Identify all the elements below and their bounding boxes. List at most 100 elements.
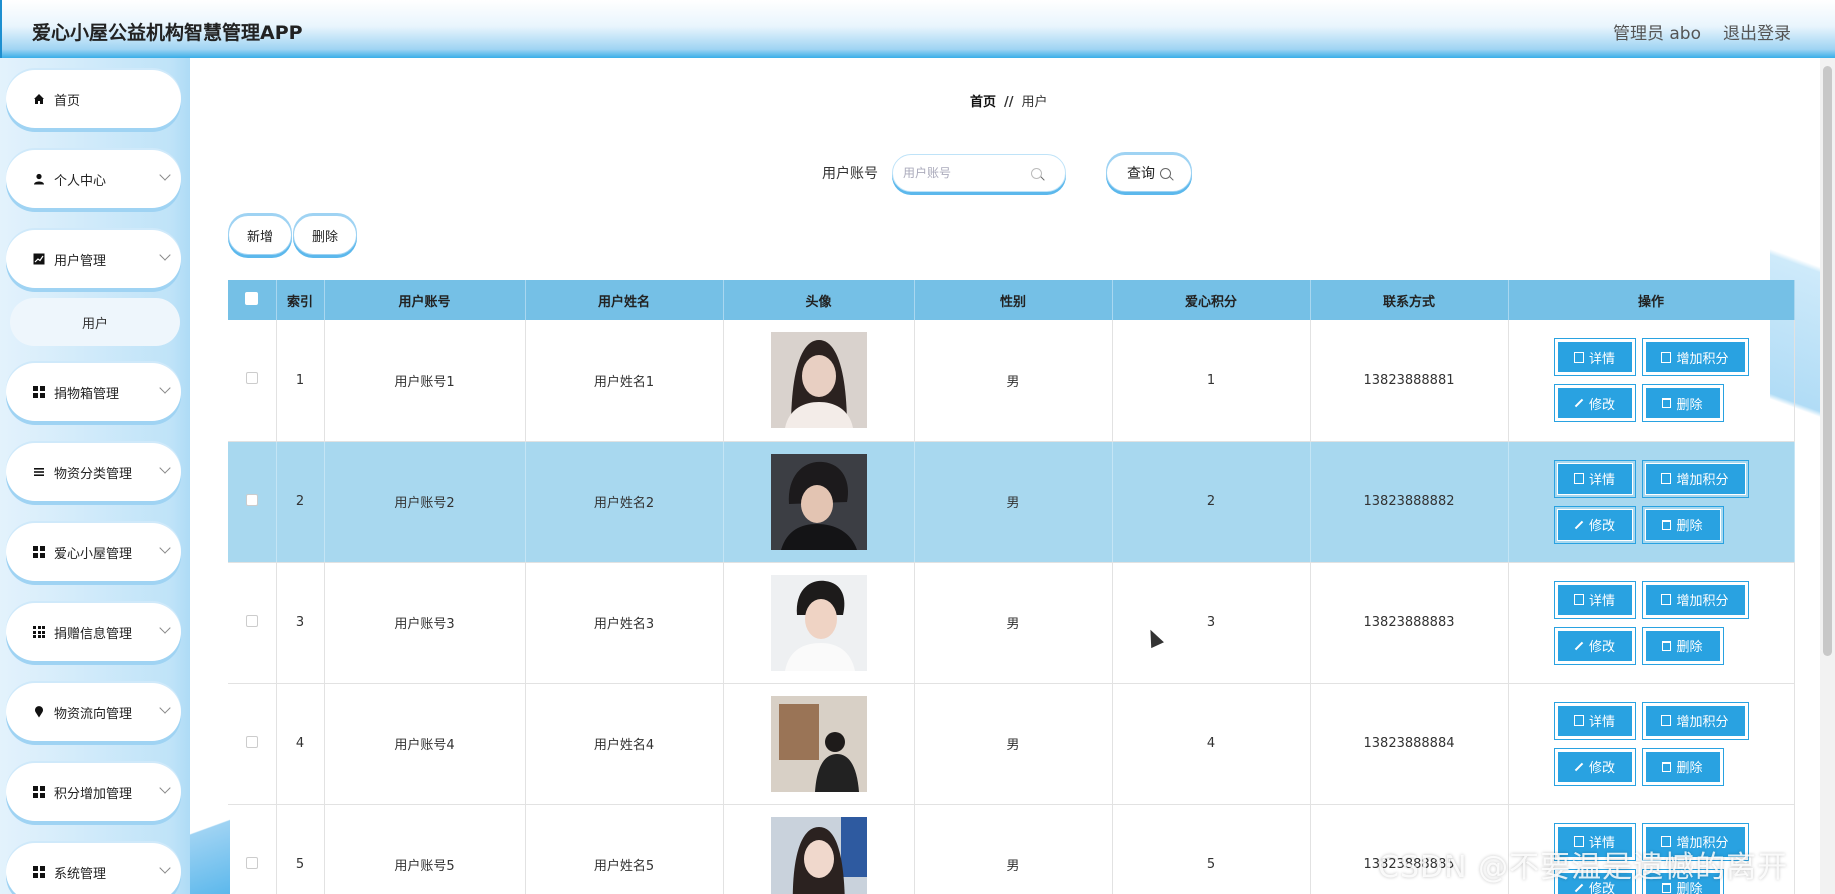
- sidebar-item-personal-center[interactable]: 个人中心: [6, 150, 181, 208]
- delete-button[interactable]: 删除: [1641, 626, 1724, 665]
- sidebar-item-material-category[interactable]: 物资分类管理: [6, 443, 181, 501]
- row-checkbox[interactable]: [245, 372, 258, 385]
- detail-button[interactable]: 详情: [1553, 338, 1636, 377]
- table-row[interactable]: 1 用户账号1 用户姓名1 男 1 13823888881 详情 增加积分 修改…: [228, 320, 1795, 442]
- points-cell: 2: [1112, 441, 1311, 563]
- chevron-down-icon: [159, 169, 171, 181]
- delete-button[interactable]: 删除: [1641, 747, 1724, 786]
- sidebar-item-points-increase[interactable]: 积分增加管理: [6, 763, 181, 821]
- breadcrumb: 首页 // 用户: [970, 91, 1048, 110]
- detail-button[interactable]: 详情: [1553, 701, 1636, 740]
- gender-cell: 男: [914, 804, 1113, 894]
- account-cell: 用户账号5: [324, 804, 526, 894]
- chevron-down-icon: [159, 862, 171, 874]
- account-cell: 用户账号2: [324, 441, 526, 563]
- points-cell: 4: [1112, 683, 1311, 805]
- vertical-scrollbar[interactable]: [1820, 58, 1835, 894]
- query-button-label: 查询: [1127, 166, 1155, 182]
- delete-button[interactable]: 删除: [1641, 384, 1724, 423]
- points-cell: 1: [1112, 320, 1311, 442]
- sidebar-subitem-user[interactable]: 用户: [10, 298, 180, 346]
- breadcrumb-separator: //: [1004, 95, 1014, 110]
- add-points-button[interactable]: 增加积分: [1641, 338, 1749, 377]
- chevron-down-icon: [159, 622, 171, 634]
- column-header: 爱心积分: [1112, 280, 1311, 320]
- delete-button[interactable]: 删除: [1641, 505, 1724, 544]
- edit-button[interactable]: 修改: [1553, 384, 1636, 423]
- row-checkbox[interactable]: [245, 856, 258, 869]
- phone-cell: 13823888882: [1310, 441, 1509, 563]
- sidebar-item-love-house[interactable]: 爱心小屋管理: [6, 523, 181, 581]
- index-cell: 2: [276, 441, 325, 563]
- row-checkbox[interactable]: [245, 735, 258, 748]
- grid-icon: [32, 385, 46, 399]
- query-button[interactable]: 查询: [1106, 154, 1192, 192]
- sidebar-item-home[interactable]: 首页: [6, 70, 181, 128]
- batch-delete-button[interactable]: 删除: [293, 215, 357, 255]
- grid9-icon: [32, 625, 46, 639]
- phone-cell: 13823888884: [1310, 683, 1509, 805]
- edit-button[interactable]: 修改: [1553, 626, 1636, 665]
- index-cell: 1: [276, 320, 325, 442]
- add-button[interactable]: 新增: [228, 215, 292, 255]
- decorative-wave: [190, 784, 230, 894]
- detail-label: 详情: [1588, 594, 1615, 609]
- row-checkbox[interactable]: [245, 614, 258, 627]
- add-points-button[interactable]: 增加积分: [1641, 459, 1749, 498]
- avatar-image: [770, 695, 867, 792]
- search-input[interactable]: [903, 166, 1031, 180]
- logout-link[interactable]: 退出登录: [1723, 19, 1791, 44]
- account-cell: 用户账号1: [324, 320, 526, 442]
- search-icon: [1031, 167, 1042, 179]
- chart-icon: [32, 252, 46, 266]
- row-checkbox[interactable]: [245, 493, 258, 506]
- chevron-down-icon: [159, 542, 171, 554]
- grid-icon: [32, 785, 46, 799]
- edit-button[interactable]: 修改: [1553, 505, 1636, 544]
- search-icon: [1160, 167, 1171, 179]
- scrollbar-thumb[interactable]: [1823, 66, 1832, 656]
- sidebar-item-material-flow[interactable]: 物资流向管理: [6, 683, 181, 741]
- search-field[interactable]: [892, 154, 1066, 192]
- delete-label: 删除: [1676, 761, 1703, 776]
- admin-label[interactable]: 管理员 abo: [1613, 19, 1701, 44]
- edit-icon: [1574, 762, 1584, 771]
- detail-button[interactable]: 详情: [1553, 459, 1636, 498]
- name-cell: 用户姓名4: [525, 683, 724, 805]
- gender-cell: 男: [914, 441, 1113, 563]
- main-content: 首页 // 用户 用户账号 查询 新增 删除 索引 用户账号 用户姓名 头像 性别: [190, 58, 1820, 894]
- sidebar-item-user-management[interactable]: 用户管理: [6, 230, 181, 288]
- sidebar-item-label: 积分增加管理: [54, 786, 133, 802]
- gender-cell: 男: [914, 562, 1113, 684]
- sidebar-item-donation-info[interactable]: 捐赠信息管理: [6, 603, 181, 661]
- breadcrumb-home[interactable]: 首页: [970, 95, 996, 110]
- user-icon: [32, 172, 46, 186]
- document-icon: [1661, 351, 1672, 363]
- sidebar-item-label: 首页: [54, 93, 81, 109]
- header-user-area: 管理员 abo 退出登录: [1613, 19, 1791, 44]
- detail-button[interactable]: 详情: [1553, 580, 1636, 619]
- avatar-image: [770, 332, 867, 429]
- add-points-label: 增加积分: [1676, 473, 1729, 488]
- name-cell: 用户姓名5: [525, 804, 724, 894]
- table-row[interactable]: 3 用户账号3 用户姓名3 男 3 13823888883 详情 增加积分 修改…: [228, 562, 1795, 684]
- sidebar-item-donation-box[interactable]: 捐物箱管理: [6, 363, 181, 421]
- add-points-button[interactable]: 增加积分: [1641, 580, 1749, 619]
- sidebar-item-system[interactable]: 系统管理: [6, 843, 181, 894]
- edit-label: 修改: [1588, 761, 1615, 776]
- edit-button[interactable]: 修改: [1553, 747, 1636, 786]
- trash-icon: [1662, 761, 1672, 772]
- points-cell: 3: [1112, 562, 1311, 684]
- gender-cell: 男: [914, 683, 1113, 805]
- column-header: 用户姓名: [525, 280, 724, 320]
- document-icon: [1573, 351, 1584, 363]
- index-cell: 3: [276, 562, 325, 684]
- edit-label: 修改: [1588, 640, 1615, 655]
- table-row[interactable]: 2 用户账号2 用户姓名2 男 2 13823888882 详情 增加积分 修改…: [228, 441, 1795, 563]
- chevron-down-icon: [159, 782, 171, 794]
- select-all-checkbox[interactable]: [245, 291, 259, 305]
- detail-label: 详情: [1588, 473, 1615, 488]
- sidebar: 首页 个人中心 用户管理 用户 捐物箱管理 物资分类管理 爱心小屋管理 捐赠信息…: [0, 58, 190, 894]
- table-row[interactable]: 4 用户账号4 用户姓名4 男 4 13823888884 详情 增加积分 修改…: [228, 683, 1795, 805]
- add-points-button[interactable]: 增加积分: [1641, 701, 1749, 740]
